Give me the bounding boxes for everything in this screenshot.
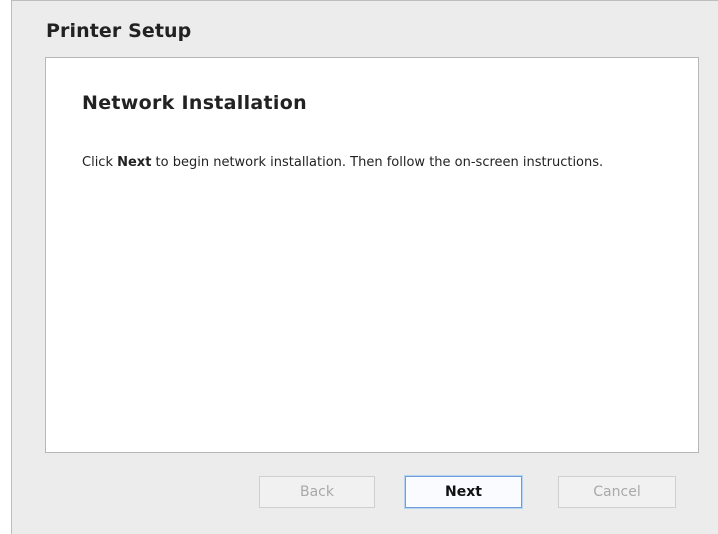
window-title: Printer Setup [46,20,192,42]
instruction-prefix: Click [82,155,118,170]
cancel-button[interactable]: Cancel [558,476,676,508]
content-panel: Network Installation Click Next to begin… [45,57,699,453]
instruction-suffix: to begin network installation. Then foll… [151,155,604,170]
next-button[interactable]: Next [405,476,522,508]
printer-setup-window: Printer Setup Network Installation Click… [11,0,718,534]
instruction-next-emphasis: Next [117,155,152,170]
panel-heading: Network Installation [82,92,307,114]
back-button[interactable]: Back [259,476,375,508]
instruction-text: Click Next to begin network installation… [82,153,642,173]
